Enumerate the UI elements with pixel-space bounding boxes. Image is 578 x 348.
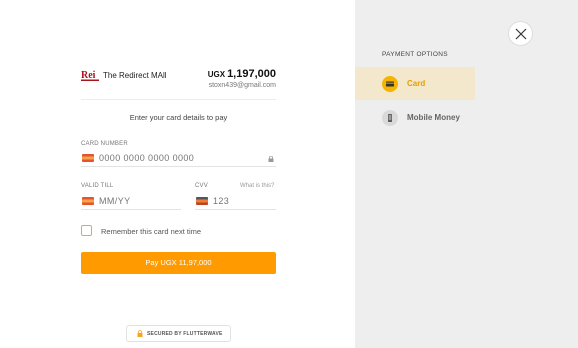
form-instruction: Enter your card details to pay [129,113,228,122]
cvv-card-icon [196,197,208,205]
svg-text:Rei: Rei [81,70,96,81]
secured-badge: SECURED BY FLUTTERWAVE [126,325,231,342]
valid-till-label: VALID TILL [81,183,114,189]
card-number-input[interactable] [99,153,259,163]
option-card-label: Card [407,79,426,88]
close-button[interactable] [508,21,533,46]
cvv-field[interactable] [195,196,276,210]
customer-email: stoxn439@gmail.com [208,82,276,89]
card-number-field[interactable] [81,153,276,167]
phone-icon [382,110,398,126]
cvv-help-link[interactable]: What is this? [240,183,274,189]
card-flag-icon [82,154,94,162]
lock-icon [268,156,274,162]
amount-value: 1,197,000 [227,68,276,80]
currency-code: UGX [207,70,226,79]
option-card[interactable]: Card [355,67,475,100]
remember-card-checkbox[interactable] [81,225,92,236]
close-icon [515,28,527,40]
valid-till-field[interactable] [81,196,181,210]
expiry-flag-icon [82,197,94,205]
cvv-input[interactable] [213,196,268,206]
merchant-logo: Rei [81,68,99,82]
option-mobile-money-label: Mobile Money [407,113,460,122]
valid-till-input[interactable] [99,196,174,206]
cvv-label: CVV [195,183,208,189]
payment-form-panel: Rei The Redirect MAll UGX 1,197,000 stoxn… [0,0,355,348]
option-mobile-money[interactable]: Mobile Money [355,101,475,134]
pay-button[interactable]: Pay UGX 11,97,000 [81,252,276,274]
card-number-label: CARD NUMBER [81,141,128,147]
payment-amount: UGX 1,197,000 [208,68,276,80]
card-icon [382,76,398,92]
remember-card-label: Remember this card next time [101,227,202,236]
secured-label: SECURED BY FLUTTERWAVE [147,331,223,337]
secure-lock-icon [137,330,143,337]
merchant-name: The Redirect MAll [103,71,167,80]
payment-options-title: PAYMENT OPTIONS [382,51,448,58]
merchant-header: Rei The Redirect MAll UGX 1,197,000 stoxn… [81,66,276,100]
